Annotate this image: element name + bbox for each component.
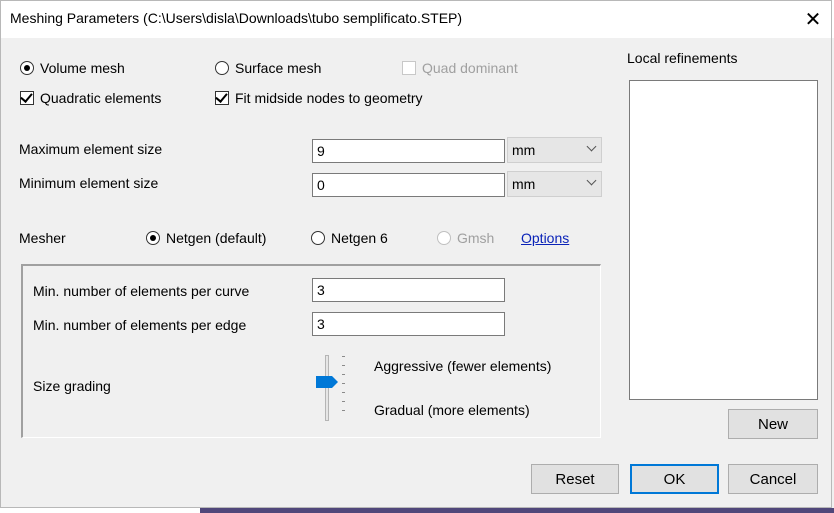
min-unit-value: mm (512, 176, 536, 192)
size-grading-slider[interactable] (312, 352, 352, 422)
size-grading-label: Size grading (33, 378, 111, 394)
quadratic-elements-checkbox-box[interactable] (20, 90, 34, 105)
slider-thumb[interactable] (316, 376, 338, 388)
cancel-button[interactable]: Cancel (728, 464, 818, 494)
gradual-label: Gradual (more elements) (374, 402, 530, 418)
max-element-size-input[interactable]: 9 (312, 139, 505, 163)
slider-tick (342, 401, 345, 402)
chevron-down-icon (586, 175, 597, 186)
volume-mesh-label: Volume mesh (40, 60, 125, 76)
checkmark-icon (20, 90, 33, 103)
new-refinement-button[interactable]: New (728, 409, 818, 439)
slider-tick (342, 374, 345, 375)
fit-midside-checkbox-box[interactable] (215, 90, 229, 105)
min-element-size-unit-select[interactable]: mm (507, 171, 602, 197)
per-curve-label: Min. number of elements per curve (33, 283, 250, 299)
chevron-down-icon (586, 141, 597, 152)
slider-tick (342, 383, 345, 384)
close-button[interactable]: ✕ (796, 2, 830, 36)
gmsh-radio-indicator[interactable] (437, 231, 451, 245)
reset-button[interactable]: Reset (531, 464, 619, 494)
max-element-size-unit-select[interactable]: mm (507, 137, 602, 163)
mesher-options-link[interactable]: Options (521, 230, 569, 246)
netgen-default-radio-indicator[interactable] (146, 231, 160, 245)
window-title: Meshing Parameters (C:\Users\disla\Downl… (10, 10, 463, 26)
slider-tick (342, 392, 345, 393)
close-icon: ✕ (804, 8, 822, 31)
slider-track (325, 355, 329, 421)
max-element-size-label: Maximum element size (19, 141, 163, 157)
quad-dominant-label: Quad dominant (422, 60, 518, 76)
mesher-label: Mesher (19, 230, 66, 246)
per-edge-label: Min. number of elements per edge (33, 317, 247, 333)
per-edge-input[interactable]: 3 (312, 312, 505, 336)
netgen-default-label: Netgen (default) (166, 230, 267, 246)
per-curve-input[interactable]: 3 (312, 278, 505, 302)
min-element-size-input[interactable]: 0 (312, 173, 505, 197)
min-element-size-label: Minimum element size (19, 175, 159, 191)
netgen6-label: Netgen 6 (331, 230, 388, 246)
aggressive-label: Aggressive (fewer elements) (374, 358, 552, 374)
gmsh-label: Gmsh (457, 230, 495, 246)
surface-mesh-label: Surface mesh (235, 60, 322, 76)
slider-tick (342, 365, 345, 366)
quad-dominant-checkbox-box[interactable] (402, 61, 416, 75)
max-unit-value: mm (512, 142, 536, 158)
background-window-accent (200, 508, 834, 513)
slider-tick (342, 410, 345, 411)
fit-midside-label: Fit midside nodes to geometry (235, 90, 423, 106)
background-window-edge (0, 508, 834, 513)
ok-button[interactable]: OK (630, 464, 719, 494)
checkmark-icon (215, 90, 228, 103)
volume-mesh-radio-indicator[interactable] (20, 61, 34, 75)
local-refinements-label: Local refinements (627, 50, 738, 66)
local-refinements-list[interactable] (629, 80, 818, 400)
slider-tick (342, 356, 345, 357)
surface-mesh-radio-indicator[interactable] (215, 61, 229, 75)
quadratic-elements-label: Quadratic elements (40, 90, 162, 106)
netgen6-radio-indicator[interactable] (311, 231, 325, 245)
